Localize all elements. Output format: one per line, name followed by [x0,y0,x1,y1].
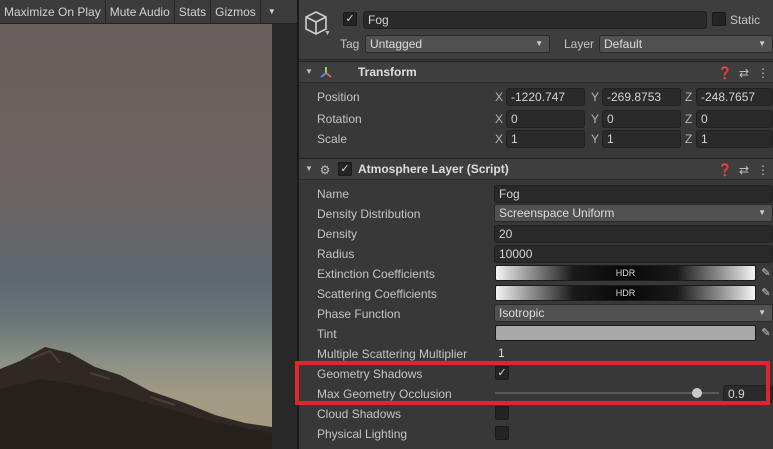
position-x-field[interactable]: -1220.747 [506,88,585,106]
more-options-icon[interactable]: ⋮ [755,162,771,178]
chevron-down-icon[interactable]: ▼ [324,30,331,37]
scattering-gradient-field[interactable]: HDR [495,285,756,301]
position-z-field[interactable]: -248.7657 [696,88,773,106]
more-options-icon[interactable]: ⋮ [755,65,771,81]
gameobject-header: ▼ ✓ Fog Static Tag Untagged ▼ Layer Defau… [299,0,773,60]
scale-y-field[interactable]: 1 [602,130,681,148]
rotation-x-field[interactable]: 0 [506,110,585,128]
phase-function-label: Phase Function [317,307,401,321]
rotation-y-axis[interactable]: Y [591,112,599,126]
maximize-on-play-toggle[interactable]: Maximize On Play [0,0,106,24]
mute-audio-toggle[interactable]: Mute Audio [106,0,175,24]
position-z-axis[interactable]: Z [685,90,692,104]
hdr-badge: HDR [615,268,636,278]
foldout-arrow-icon[interactable]: ▼ [305,67,313,76]
atmosphere-layer-title: Atmosphere Layer (Script) [358,162,509,176]
eyedropper-icon[interactable]: ✎ [759,326,773,340]
transform-icon [320,67,332,78]
scale-x-axis[interactable]: X [495,132,503,146]
position-x-axis[interactable]: X [495,90,503,104]
help-icon[interactable]: ❓ [717,65,733,81]
multiple-scattering-value[interactable]: 1 [494,344,773,362]
gameobject-name-field[interactable]: Fog [363,11,707,29]
name-field[interactable]: Fog [494,185,773,203]
triangle-down-icon: ▼ [267,6,276,16]
mountain-terrain [0,347,272,449]
tag-label: Tag [340,37,360,51]
help-icon[interactable]: ❓ [717,162,733,178]
scale-z-field[interactable]: 1 [696,130,773,148]
rotation-z-field[interactable]: 0 [696,110,773,128]
game-view-toolbar: Maximize On Play Mute Audio Stats Gizmos… [0,0,298,24]
game-view[interactable] [0,0,272,449]
script-settings-icon: ⚙ [319,163,331,177]
cloud-shadows-checkbox[interactable] [495,406,509,420]
physical-lighting-checkbox[interactable] [495,426,509,440]
tint-label: Tint [317,327,337,341]
name-label: Name [317,187,350,201]
scale-label: Scale [317,132,348,146]
triangle-down-icon: ▼ [758,39,766,48]
density-label: Density [317,227,358,241]
scale-y-axis[interactable]: Y [591,132,599,146]
multiple-scattering-label: Multiple Scattering Multiplier [317,347,468,361]
density-distribution-dropdown[interactable]: Screenspace Uniform ▼ [494,204,773,222]
tag-dropdown[interactable]: Untagged ▼ [365,35,550,53]
radius-label: Radius [317,247,355,261]
density-distribution-label: Density Distribution [317,207,421,221]
triangle-down-icon: ▼ [535,39,543,48]
density-field[interactable]: 20 [494,225,773,243]
tint-color-field[interactable] [495,325,756,341]
transform-title: Transform [358,65,417,79]
presets-icon[interactable]: ⇄ [736,65,752,81]
gizmos-toggle[interactable]: Gizmos [211,0,261,24]
position-y-axis[interactable]: Y [591,90,599,104]
gameobject-active-checkbox[interactable]: ✓ [343,12,357,26]
position-y-field[interactable]: -269.8753 [602,88,681,106]
scattering-coefficients-label: Scattering Coefficients [317,287,437,301]
rotation-label: Rotation [317,112,362,126]
atmosphere-layer-header[interactable]: ▼ ⚙ ✓ Atmosphere Layer (Script) ❓ ⇄ ⋮ [299,158,773,180]
radius-field[interactable]: 10000 [494,245,773,263]
rotation-z-axis[interactable]: Z [685,112,692,126]
rotation-x-axis[interactable]: X [495,112,503,126]
rotation-y-field[interactable]: 0 [602,110,681,128]
highlight-box [295,361,770,405]
atmosphere-enabled-checkbox[interactable]: ✓ [338,162,352,176]
foldout-arrow-icon[interactable]: ▼ [305,164,313,173]
transform-header[interactable]: ▼ Transform ❓ ⇄ ⋮ [299,61,773,83]
eyedropper-icon[interactable]: ✎ [759,266,773,280]
layer-dropdown[interactable]: Default ▼ [599,35,773,53]
triangle-down-icon: ▼ [758,208,766,217]
physical-lighting-label: Physical Lighting [317,427,408,441]
static-label: Static [730,13,761,27]
extinction-gradient-field[interactable]: HDR [495,265,756,281]
presets-icon[interactable]: ⇄ [736,162,752,178]
phase-function-dropdown[interactable]: Isotropic ▼ [494,304,773,322]
static-checkbox[interactable] [712,12,726,26]
cloud-shadows-label: Cloud Shadows [317,407,402,421]
eyedropper-icon[interactable]: ✎ [759,286,773,300]
hdr-badge: HDR [615,288,636,298]
scale-z-axis[interactable]: Z [685,132,692,146]
extinction-coefficients-label: Extinction Coefficients [317,267,435,281]
layer-label: Layer [564,37,595,51]
gizmos-dropdown[interactable]: ▼ [261,0,283,24]
position-label: Position [317,90,360,104]
triangle-down-icon: ▼ [758,308,766,317]
scale-x-field[interactable]: 1 [506,130,585,148]
stats-toggle[interactable]: Stats [175,0,212,24]
